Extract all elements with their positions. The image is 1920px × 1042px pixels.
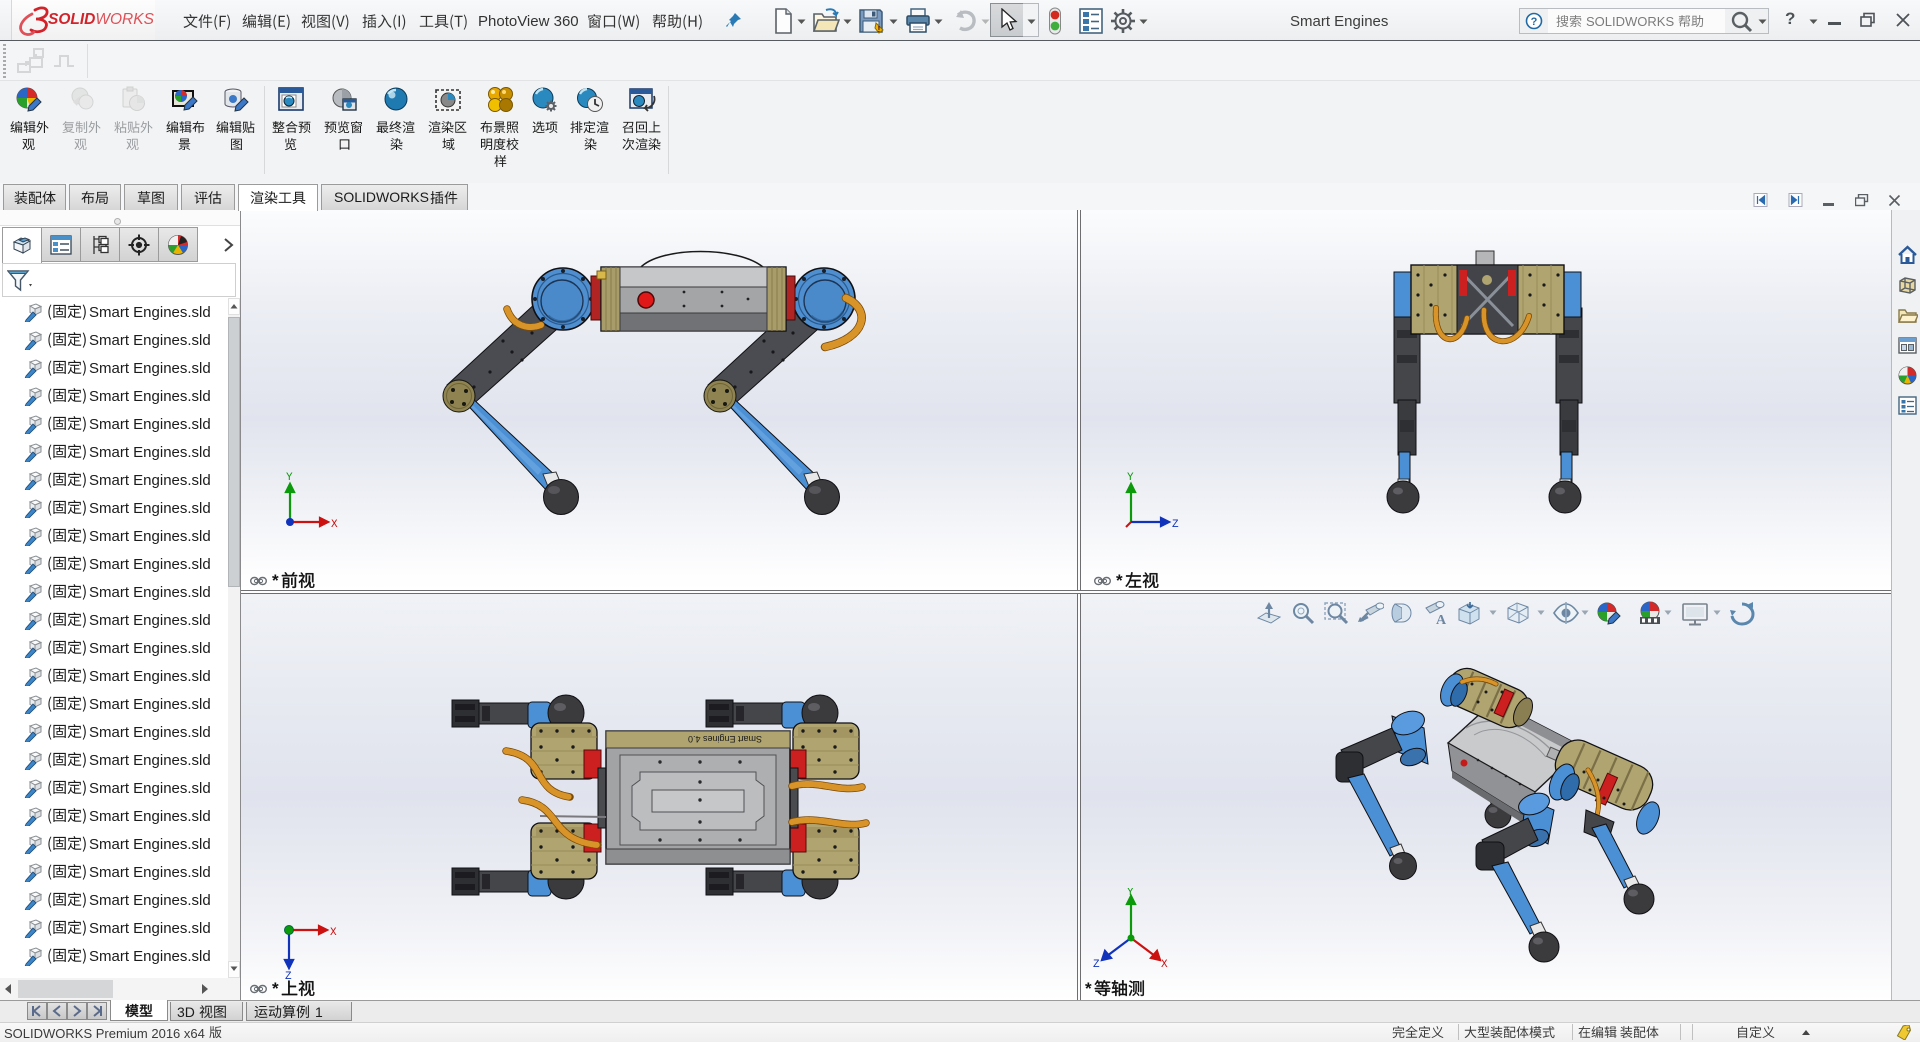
svg-text:?: ? — [1531, 16, 1538, 28]
svg-text:Smart Engines 4.0: Smart Engines 4.0 — [688, 734, 762, 744]
svg-text:!: ! — [878, 25, 881, 34]
